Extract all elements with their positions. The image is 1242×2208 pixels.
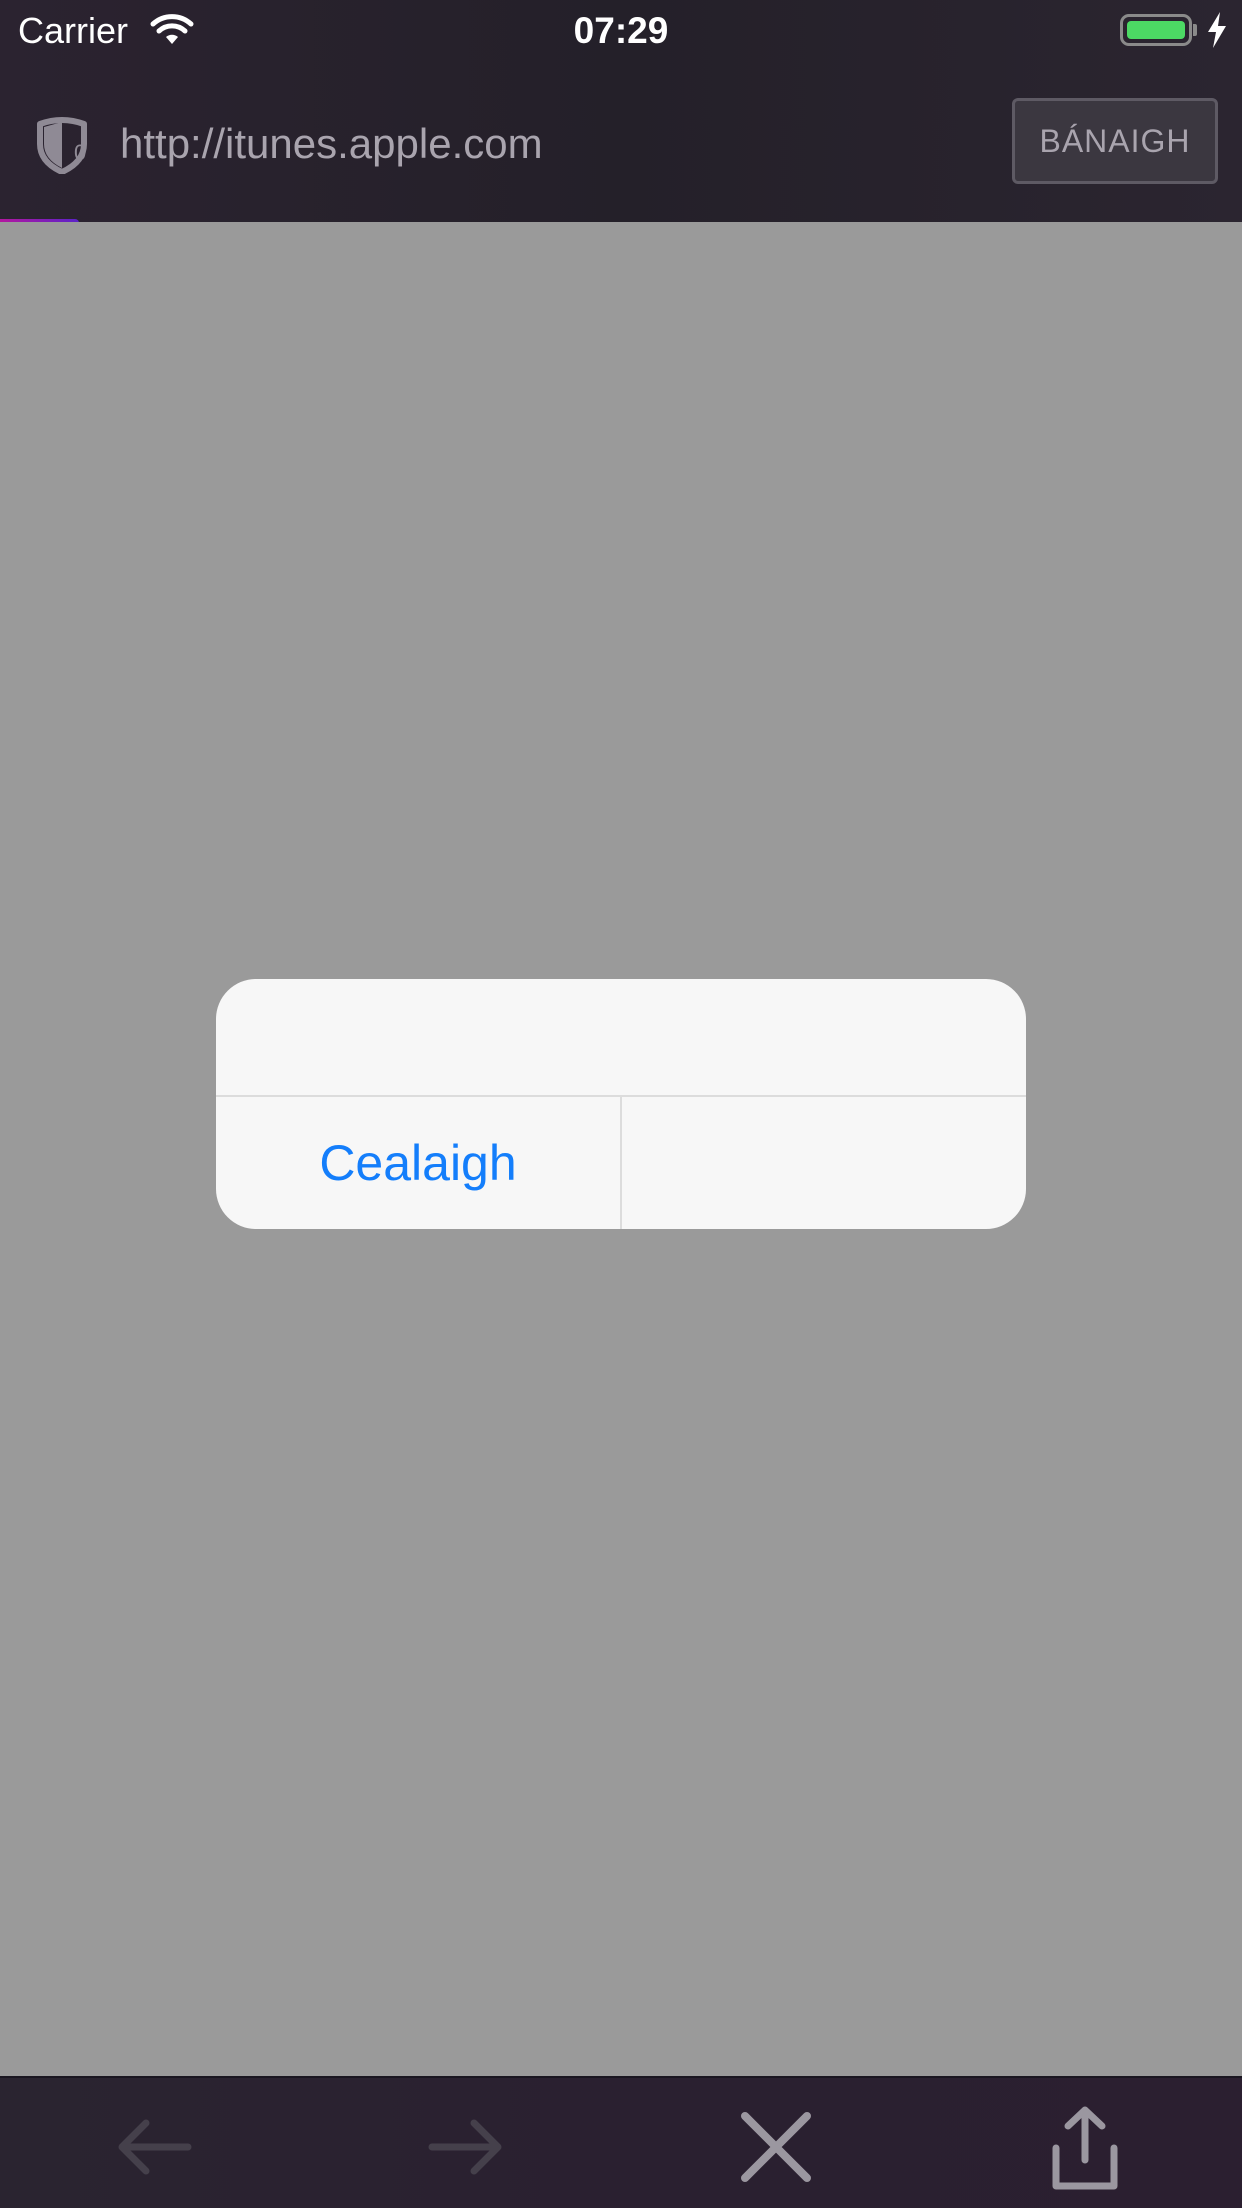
forward-button[interactable] bbox=[420, 2102, 510, 2192]
close-session-button[interactable]: BÁNAIGH bbox=[1012, 98, 1218, 184]
share-button[interactable] bbox=[1040, 2102, 1130, 2192]
alert-message bbox=[216, 979, 1026, 1095]
status-bar: Carrier 07:29 bbox=[0, 0, 1242, 62]
alert-dialog: Cealaigh bbox=[216, 979, 1026, 1229]
battery-icon bbox=[1120, 14, 1192, 46]
confirm-button[interactable] bbox=[622, 1097, 1026, 1229]
share-icon bbox=[1052, 2106, 1118, 2190]
back-button[interactable] bbox=[110, 2102, 200, 2192]
close-icon bbox=[741, 2112, 811, 2182]
battery-level bbox=[1127, 21, 1185, 39]
url-field[interactable]: http://itunes.apple.com bbox=[120, 114, 543, 174]
arrow-right-icon bbox=[428, 2119, 502, 2175]
charging-bolt-icon bbox=[1208, 12, 1226, 48]
stop-button[interactable] bbox=[731, 2102, 821, 2192]
clock: 07:29 bbox=[573, 10, 669, 51]
top-bar: Carrier 07:29 0 http://itunes.apple.com … bbox=[0, 0, 1242, 227]
bottom-toolbar bbox=[0, 2076, 1242, 2208]
cancel-button[interactable]: Cealaigh bbox=[216, 1097, 620, 1229]
battery-tip bbox=[1193, 24, 1197, 36]
url-bar: 0 http://itunes.apple.com BÁNAIGH bbox=[0, 62, 1242, 222]
arrow-left-icon bbox=[118, 2119, 192, 2175]
tracker-count: 0 bbox=[74, 140, 87, 165]
